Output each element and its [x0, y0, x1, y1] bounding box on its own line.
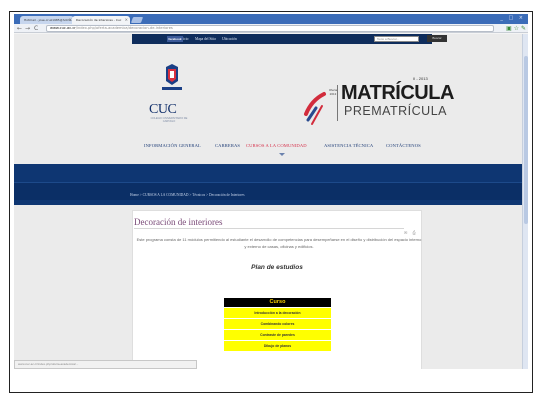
chevron-down-icon: [279, 153, 285, 156]
tab-bar: Hotmail - jose.cruz1985@hotm... × Decora…: [14, 14, 528, 24]
close-icon[interactable]: ×: [125, 16, 128, 24]
courses-table: Curso Introducción a la decoración Combi…: [224, 298, 331, 351]
extension-icons[interactable]: ▣ ☆ ✎: [506, 25, 526, 32]
logo-text: CUC: [149, 102, 177, 117]
table-header: Curso: [224, 298, 331, 307]
status-bar: www.cuc.ac.cr/index.php/oferta-academica…: [14, 360, 197, 369]
matricula-title[interactable]: MATRÍCULA: [341, 82, 454, 104]
menu-item-carreras[interactable]: CARRERAS: [215, 142, 240, 150]
tab-decoracion[interactable]: Decoración de interiores - Cuc ×: [72, 16, 130, 24]
back-icon[interactable]: ←: [17, 25, 22, 32]
scrollbar-thumb[interactable]: [524, 56, 528, 224]
address-bar[interactable]: www.cuc.ac.cr/index.php/oferta-academica…: [46, 25, 494, 32]
menu-item-asistencia-tecnica[interactable]: ASISTENCIA TÉCNICA: [324, 142, 373, 150]
menu-item-informacion-general[interactable]: INFORMACIÓN GENERAL: [144, 142, 201, 150]
table-row: Combinando colores: [224, 318, 331, 329]
breadcrumb-band: [14, 182, 522, 200]
page-title: Decoración de interiores: [134, 217, 223, 227]
table-row: Contraste de paredes: [224, 329, 331, 340]
tab-label: Hotmail - jose.cruz1985@hotm...: [24, 18, 74, 22]
logo-subtitle: COLEGIO UNIVERSITARIO DE CARTAGO: [150, 117, 188, 123]
search-input[interactable]: Texto a Buscar...: [374, 36, 419, 42]
search-button[interactable]: Buscar: [427, 35, 447, 42]
forward-icon[interactable]: →: [25, 25, 30, 32]
facebook-icon[interactable]: facebook: [167, 36, 183, 42]
window-controls[interactable]: _ □ ×: [500, 15, 525, 21]
reload-icon[interactable]: C: [34, 25, 38, 32]
link-ubicacion[interactable]: Ubicación: [222, 35, 237, 43]
prematricula-title[interactable]: PREMATRÍCULA: [344, 104, 447, 118]
browser-window: Hotmail - jose.cruz1985@hotm... × Decora…: [14, 14, 528, 369]
article-intro: Este programa consta de 11 módulos permi…: [136, 237, 422, 249]
table-row: Dibujo de planos: [224, 340, 331, 351]
matricula-divider: [337, 85, 338, 121]
link-mapa-sitio[interactable]: Mapa del Sitio: [195, 35, 216, 43]
matricula-year: II - 2013: [413, 76, 428, 81]
url-path: /index.php/oferta-academica/decoracion-d…: [75, 26, 173, 30]
navigation-bar: ← → C www.cuc.ac.cr/index.php/oferta-aca…: [14, 24, 528, 33]
menu-item-cursos-comunidad[interactable]: CURSOS A LA COMUNIDAD: [246, 142, 307, 150]
banner: [14, 164, 522, 205]
breadcrumb[interactable]: Home > CURSOS A LA COMUNIDAD > Técnicos …: [130, 193, 245, 197]
print-email-icons[interactable]: ✉ ⎙: [404, 230, 418, 235]
new-tab-button[interactable]: [130, 17, 144, 23]
url-host: www.cuc.ac.cr: [50, 26, 76, 30]
menu-item-contactenos[interactable]: CONTÁCTENOS: [386, 142, 421, 150]
tab-hotmail[interactable]: Hotmail - jose.cruz1985@hotm... ×: [20, 16, 74, 24]
table-row: Introducción a la decoración: [224, 307, 331, 318]
title-divider: [134, 228, 404, 229]
tab-label: Decoración de interiores - Cuc: [76, 18, 122, 22]
scrollbar[interactable]: [522, 34, 528, 369]
plan-heading: Plan de estudios: [251, 264, 303, 271]
